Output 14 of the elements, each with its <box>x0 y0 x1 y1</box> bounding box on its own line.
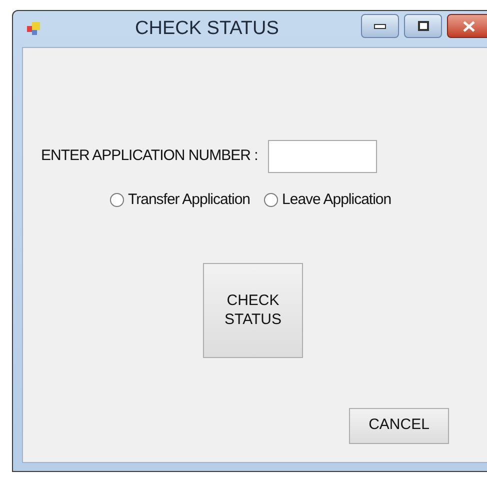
maximize-icon <box>418 21 428 31</box>
application-number-label: ENTER APPLICATION NUMBER : <box>41 146 258 166</box>
minimize-button[interactable] <box>361 14 399 38</box>
close-icon <box>463 20 475 32</box>
window-title: CHECK STATUS <box>135 16 279 41</box>
close-button[interactable] <box>447 14 487 38</box>
radio-option[interactable]: Transfer Application <box>110 189 250 212</box>
maximize-button[interactable] <box>404 14 442 38</box>
application-number-field[interactable] <box>268 140 377 173</box>
cancel-button[interactable]: CANCEL <box>349 408 449 444</box>
minimize-icon <box>374 24 386 28</box>
radio-option[interactable]: Leave Application <box>264 189 392 212</box>
check-status-button[interactable]: CHECK STATUS <box>203 262 303 358</box>
app-icon <box>27 22 41 36</box>
